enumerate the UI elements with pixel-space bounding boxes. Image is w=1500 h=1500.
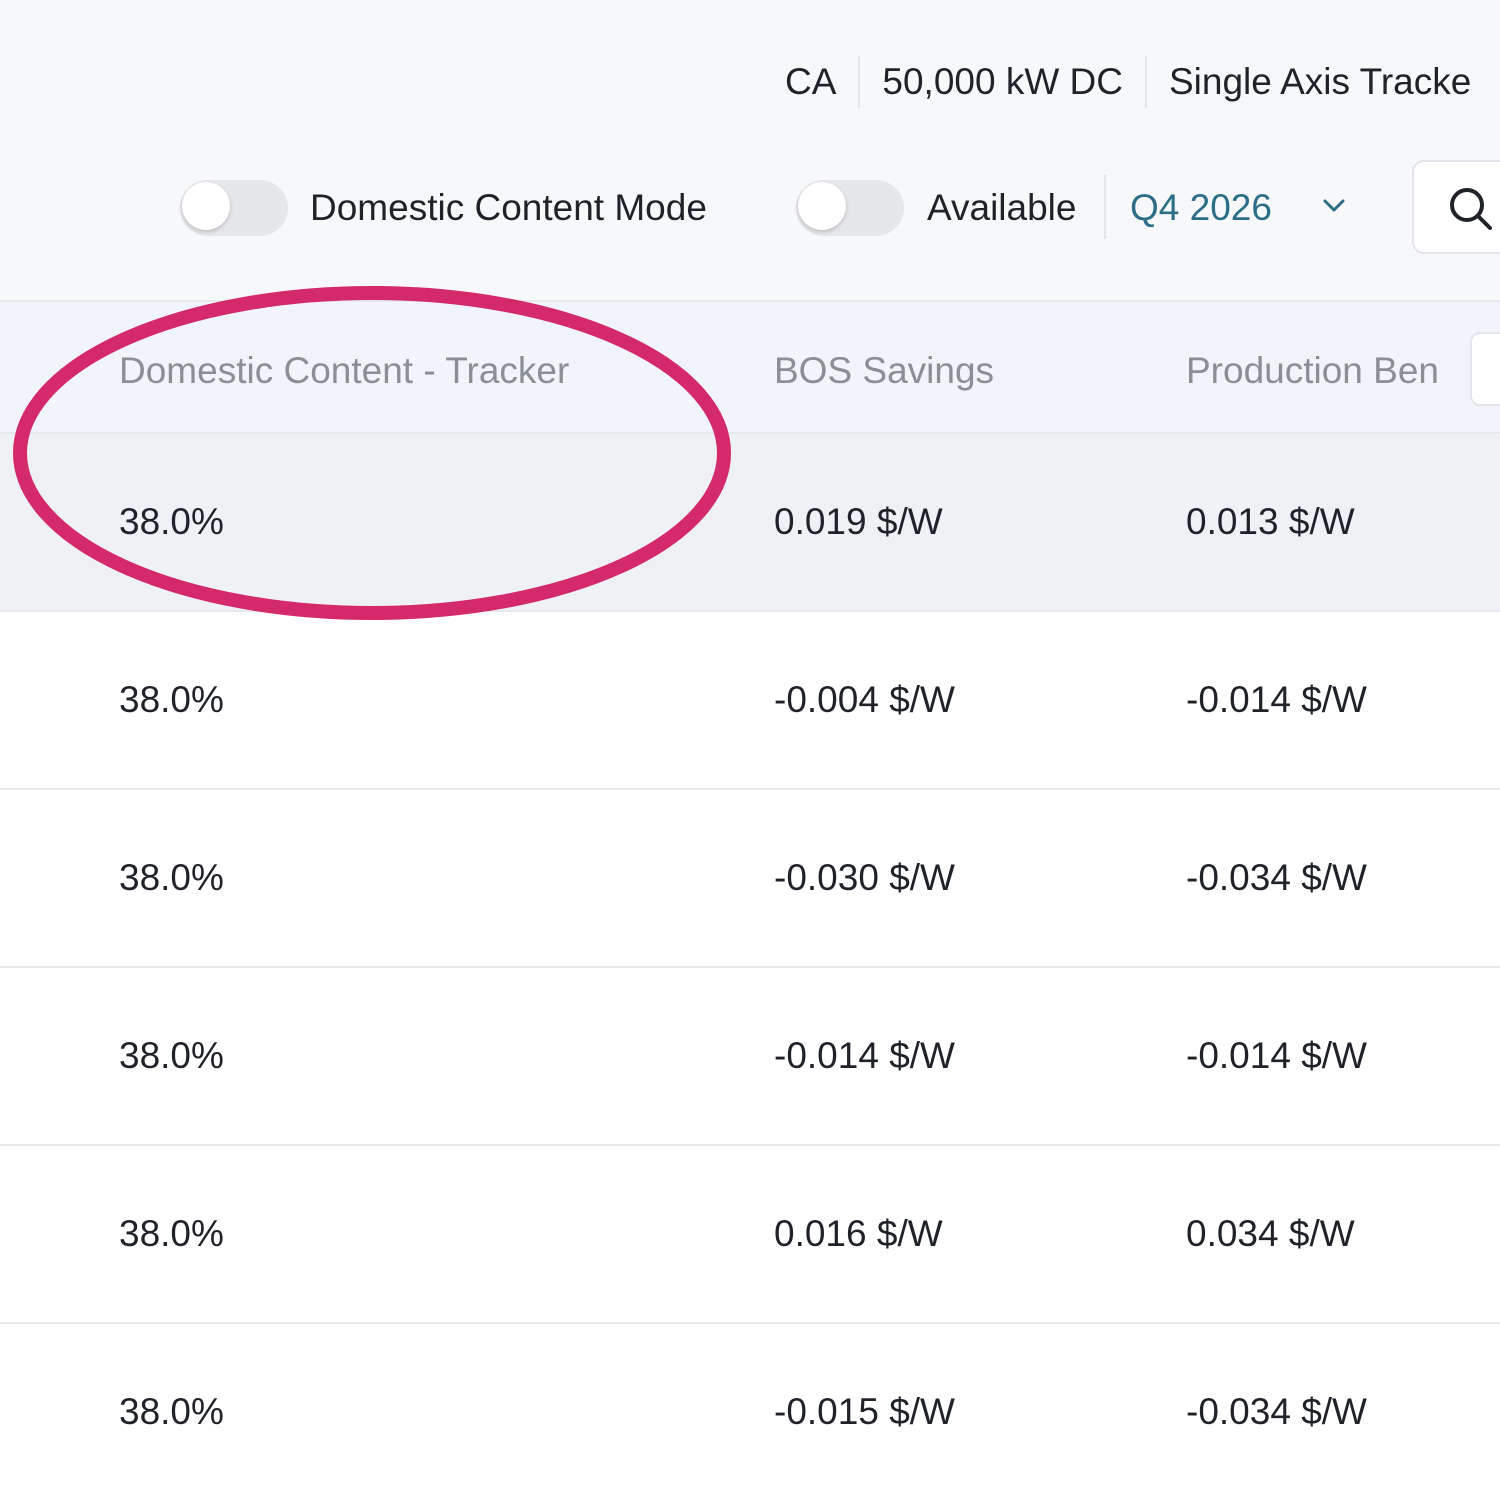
results-table: Domestic Content - Tracker BOS Savings P… — [0, 300, 1500, 1500]
cell-production-benefit: 0.034 $/W — [1186, 1213, 1355, 1254]
divider — [1104, 175, 1106, 239]
cell-domestic-content: 38.0% — [119, 679, 224, 720]
page: CA 50,000 kW DC Single Axis Tracke Domes… — [0, 0, 1500, 1500]
cell-production-benefit: -0.014 $/W — [1186, 1035, 1367, 1076]
column-menu-button[interactable] — [1470, 332, 1500, 406]
table-row[interactable]: 38.0% 0.019 $/W 0.013 $/W — [0, 434, 1500, 612]
toggle-knob — [798, 182, 846, 230]
column-header-production-benefit[interactable]: Production Ben — [1186, 350, 1470, 392]
cell-bos-savings: 0.019 $/W — [774, 501, 943, 542]
table-row[interactable]: 38.0% -0.004 $/W -0.014 $/W — [0, 612, 1500, 790]
cell-domestic-content: 38.0% — [119, 501, 224, 542]
toggle-knob — [182, 182, 230, 230]
search-icon — [1450, 188, 1492, 230]
domestic-content-toggle-label: Domestic Content Mode — [310, 187, 707, 228]
chevron-down-icon[interactable] — [1322, 198, 1346, 214]
cell-production-benefit: -0.034 $/W — [1186, 857, 1367, 898]
cell-production-benefit: -0.034 $/W — [1186, 1391, 1367, 1432]
cell-bos-savings: -0.004 $/W — [774, 679, 955, 720]
project-racking: Single Axis Tracke — [1169, 61, 1472, 102]
table-row[interactable]: 38.0% -0.015 $/W -0.034 $/W — [0, 1324, 1500, 1500]
cell-production-benefit: 0.013 $/W — [1186, 501, 1355, 542]
project-state: CA — [785, 61, 837, 102]
cell-domestic-content: 38.0% — [119, 1213, 224, 1254]
cell-production-benefit: -0.014 $/W — [1186, 679, 1367, 720]
column-header-domestic-content[interactable]: Domestic Content - Tracker — [119, 350, 569, 392]
table-row[interactable]: 38.0% 0.016 $/W 0.034 $/W — [0, 1146, 1500, 1324]
top-bar — [0, 0, 1500, 300]
cell-bos-savings: 0.016 $/W — [774, 1213, 943, 1254]
table-header: Domestic Content - Tracker BOS Savings P… — [0, 300, 1500, 434]
domestic-content-toggle[interactable] — [180, 180, 288, 236]
available-toggle[interactable] — [796, 180, 904, 236]
column-header-bos-savings[interactable]: BOS Savings — [774, 350, 994, 392]
project-capacity: 50,000 kW DC — [882, 61, 1123, 102]
project-info-strip: CA 50,000 kW DC Single Axis Tracke — [785, 56, 1493, 108]
available-toggle-label: Available — [927, 187, 1077, 228]
cell-domestic-content: 38.0% — [119, 1035, 224, 1076]
quarter-select[interactable]: Q4 2026 — [1130, 184, 1272, 232]
cell-bos-savings: -0.030 $/W — [774, 857, 955, 898]
cell-domestic-content: 38.0% — [119, 1391, 224, 1432]
search-button[interactable] — [1412, 160, 1500, 254]
table-row[interactable]: 38.0% -0.030 $/W -0.034 $/W — [0, 790, 1500, 968]
cell-bos-savings: -0.015 $/W — [774, 1391, 955, 1432]
table-row[interactable]: 38.0% -0.014 $/W -0.014 $/W — [0, 968, 1500, 1146]
cell-domestic-content: 38.0% — [119, 857, 224, 898]
cell-bos-savings: -0.014 $/W — [774, 1035, 955, 1076]
